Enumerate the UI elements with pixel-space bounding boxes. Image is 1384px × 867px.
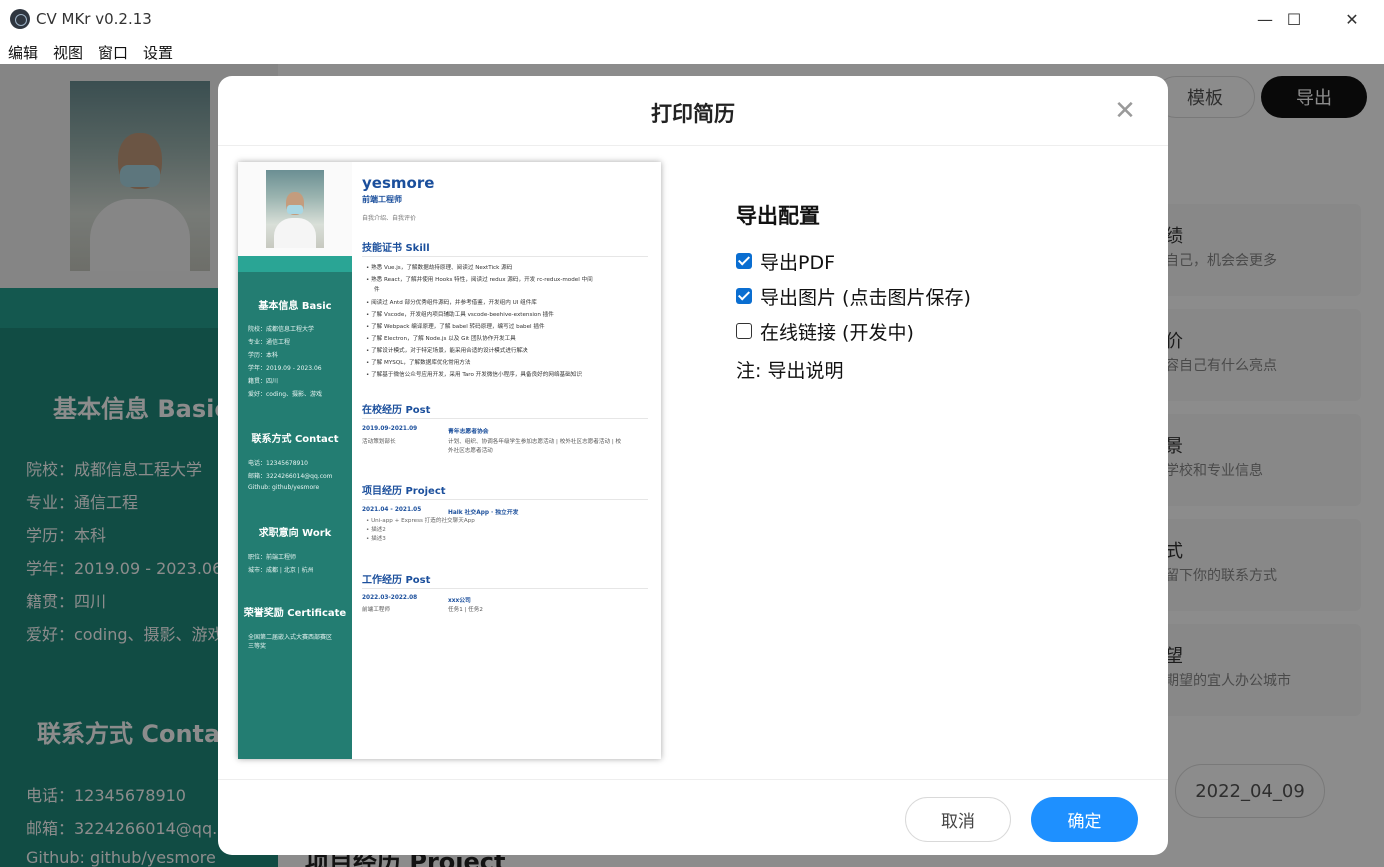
skill-item: 熟悉 React，了解并使用 Hooks 特性，阅读过 redux 源码，开发 … xyxy=(366,276,648,285)
maximize-button[interactable]: ☐ xyxy=(1265,0,1323,38)
menu-edit[interactable]: 编辑 xyxy=(8,42,38,63)
dialog-footer: 取消 确定 xyxy=(218,779,1168,855)
export-image-checkbox[interactable] xyxy=(736,288,752,304)
export-pdf-option[interactable]: 导出PDF xyxy=(736,249,836,274)
window-title: CV MKr v0.2.13 xyxy=(36,10,152,28)
resume-basic-heading: 基本信息 Basic xyxy=(258,301,332,312)
resume-intro: 自我介绍、自我评价 xyxy=(362,215,417,222)
resume-work-heading: 求职意向 Work xyxy=(258,528,332,539)
close-icon[interactable]: ✕ xyxy=(1112,98,1138,124)
export-note: 注: 导出说明 xyxy=(736,360,844,382)
export-config-title: 导出配置 xyxy=(736,204,820,228)
online-link-option[interactable]: 在线链接 (开发中) xyxy=(736,319,914,344)
print-resume-dialog: 打印简历 ✕ 基本信息 Basic 院校：成都信息工程大学 专业：通信工程 学历… xyxy=(218,76,1168,855)
skill-item: 了解 MYSQL，了解数据库优化常用方法 xyxy=(366,359,648,368)
skill-item-cont: 件 xyxy=(374,287,380,293)
menu-view[interactable]: 视图 xyxy=(53,42,83,63)
skill-item: 了解基于微信公众号应用开发，采用 Taro 开发微信小程序，具备良好的网络基础知… xyxy=(366,371,648,380)
resume-sidebar: 基本信息 Basic 院校：成都信息工程大学 专业：通信工程 学历：本科 学年：… xyxy=(238,162,352,759)
menu-bar: 编辑 视图 窗口 设置 xyxy=(0,38,1384,64)
skill-item: 了解 Electron，了解 Node.js 以及 Git 团队协作开发工具 xyxy=(366,335,648,344)
confirm-button[interactable]: 确定 xyxy=(1031,797,1138,842)
resume-contact-heading: 联系方式 Contact xyxy=(251,434,339,445)
resume-cert-heading: 荣誉奖励 Certificate xyxy=(243,608,347,619)
online-link-label: 在线链接 (开发中) xyxy=(760,321,914,344)
title-bar: CV MKr v0.2.13 — ☐ ✕ xyxy=(0,0,1384,38)
resume-skill-heading: 技能证书 Skill xyxy=(362,239,648,257)
resume-avatar xyxy=(266,170,324,248)
resume-preview-image[interactable]: 基本信息 Basic 院校：成都信息工程大学 专业：通信工程 学历：本科 学年：… xyxy=(238,162,661,759)
skill-item: 熟悉 Vue.js，了解数据劫持原理、阅读过 NextTick 源码 xyxy=(366,264,648,273)
app-icon xyxy=(10,9,30,29)
menu-settings[interactable]: 设置 xyxy=(143,42,173,63)
resume-school-heading: 在校经历 Post xyxy=(362,401,648,419)
export-pdf-label: 导出PDF xyxy=(760,251,836,274)
resume-name: yesmore xyxy=(362,174,435,192)
export-pdf-checkbox[interactable] xyxy=(736,253,752,269)
skill-item: 阅读过 Antd 部分优秀组件源码，并参考借鉴，开发组内 UI 组件库 xyxy=(366,299,648,308)
export-image-label: 导出图片 (点击图片保存) xyxy=(760,286,971,309)
resume-work-exp-heading: 工作经历 Post xyxy=(362,571,648,589)
cancel-button[interactable]: 取消 xyxy=(905,797,1011,842)
online-link-checkbox[interactable] xyxy=(736,323,752,339)
export-image-option[interactable]: 导出图片 (点击图片保存) xyxy=(736,284,971,309)
dialog-title: 打印简历 xyxy=(651,102,735,126)
skill-item: 了解设计模式，对于特定场景，能采用合适的设计模式进行解决 xyxy=(366,347,648,356)
menu-window[interactable]: 窗口 xyxy=(98,42,128,63)
skill-item: 了解 Vscode，开发组内项目辅助工具 vscode-beehive-exte… xyxy=(366,311,648,320)
close-window-button[interactable]: ✕ xyxy=(1323,0,1381,38)
resume-project-heading: 项目经历 Project xyxy=(362,482,648,500)
skill-item: 了解 Webpack 编译原理，了解 babel 转码原理，编写过 babel … xyxy=(366,323,648,332)
dialog-header: 打印简历 ✕ xyxy=(218,76,1168,146)
resume-role: 前端工程师 xyxy=(362,195,402,204)
